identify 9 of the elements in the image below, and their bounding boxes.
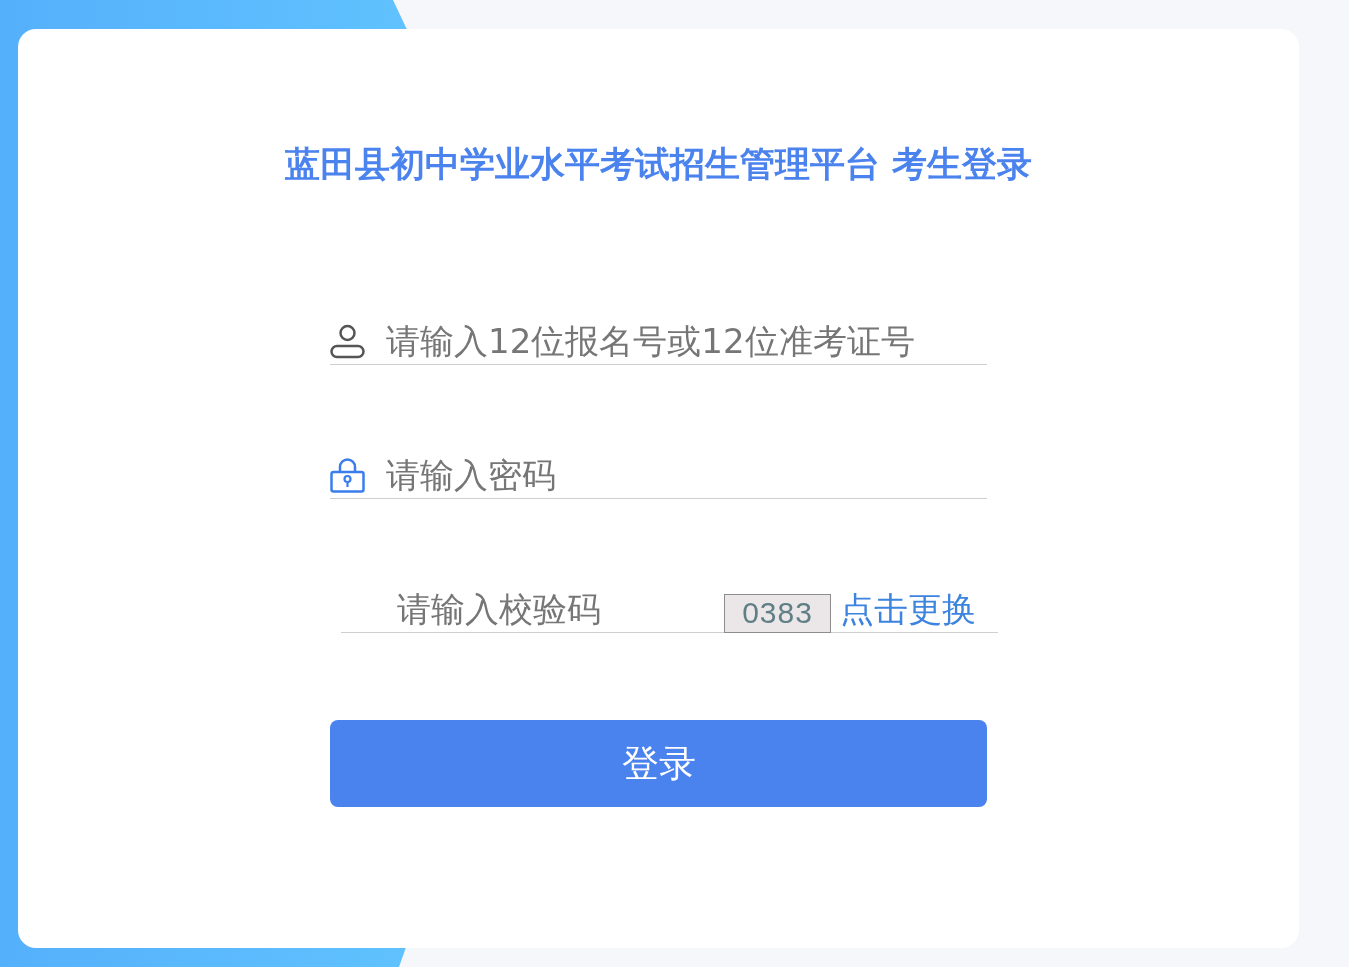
password-input[interactable]: 请输入密码: [386, 452, 987, 498]
page-title: 蓝田县初中学业水平考试招生管理平台 考生登录: [284, 145, 1033, 183]
login-button[interactable]: 登录: [330, 720, 987, 807]
refresh-captcha-link[interactable]: 点击更换: [840, 589, 976, 629]
captcha-input[interactable]: 请输入校验码: [341, 586, 703, 632]
username-input[interactable]: 请输入12位报名号或12位准考证号: [386, 318, 987, 364]
lock-icon: [330, 457, 365, 493]
captcha-image[interactable]: 0383: [724, 594, 831, 633]
user-icon: [330, 323, 365, 359]
